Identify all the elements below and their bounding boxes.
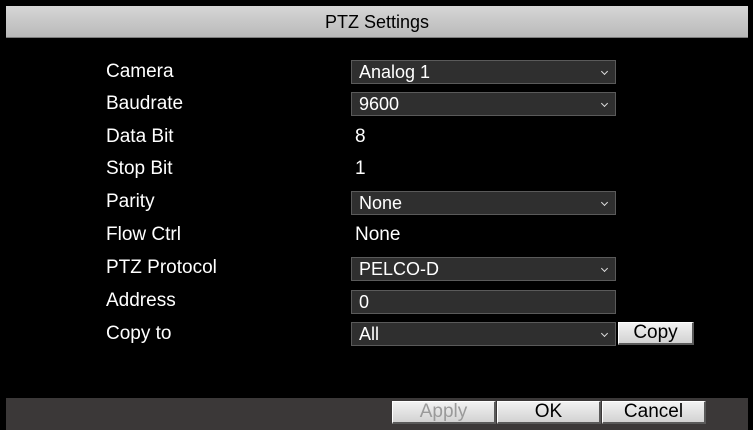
ptz-protocol-select-value: PELCO-D	[359, 259, 440, 279]
chevron-down-icon	[600, 329, 609, 338]
chevron-down-icon	[600, 67, 609, 76]
copy-to-label: Copy to	[106, 323, 172, 344]
copy-to-select-value: All	[359, 324, 380, 344]
data-bit-value: 8	[355, 126, 366, 147]
chevron-down-icon	[600, 198, 609, 207]
chevron-down-icon	[600, 264, 609, 273]
apply-button[interactable]: Apply	[392, 401, 496, 424]
cancel-button[interactable]: Cancel	[602, 401, 706, 424]
data-bit-label: Data Bit	[106, 126, 174, 147]
ptz-settings-dialog: PTZ Settings Camera Analog 1 Baudrate 96…	[0, 0, 753, 430]
parity-select-value: None	[359, 193, 403, 213]
camera-select-value: Analog 1	[359, 62, 431, 82]
flow-ctrl-label: Flow Ctrl	[106, 224, 181, 245]
copy-to-select[interactable]: All	[351, 322, 616, 346]
baudrate-label: Baudrate	[106, 93, 184, 114]
address-input-value: 0	[359, 292, 370, 312]
baudrate-select-value: 9600	[359, 94, 400, 114]
ptz-protocol-select[interactable]: PELCO-D	[351, 257, 616, 281]
camera-select[interactable]: Analog 1	[351, 60, 616, 84]
parity-label: Parity	[106, 191, 155, 212]
stop-bit-label: Stop Bit	[106, 158, 173, 179]
parity-select[interactable]: None	[351, 191, 616, 215]
chevron-down-icon	[600, 99, 609, 108]
stop-bit-value: 1	[355, 158, 366, 179]
dialog-title: PTZ Settings	[6, 6, 748, 38]
baudrate-select[interactable]: 9600	[351, 92, 616, 116]
address-label: Address	[106, 290, 176, 311]
ptz-protocol-label: PTZ Protocol	[106, 257, 217, 278]
camera-label: Camera	[106, 61, 174, 82]
address-input[interactable]: 0	[351, 290, 616, 314]
copy-button[interactable]: Copy	[618, 322, 694, 345]
flow-ctrl-value: None	[355, 224, 401, 245]
ok-button[interactable]: OK	[497, 401, 601, 424]
